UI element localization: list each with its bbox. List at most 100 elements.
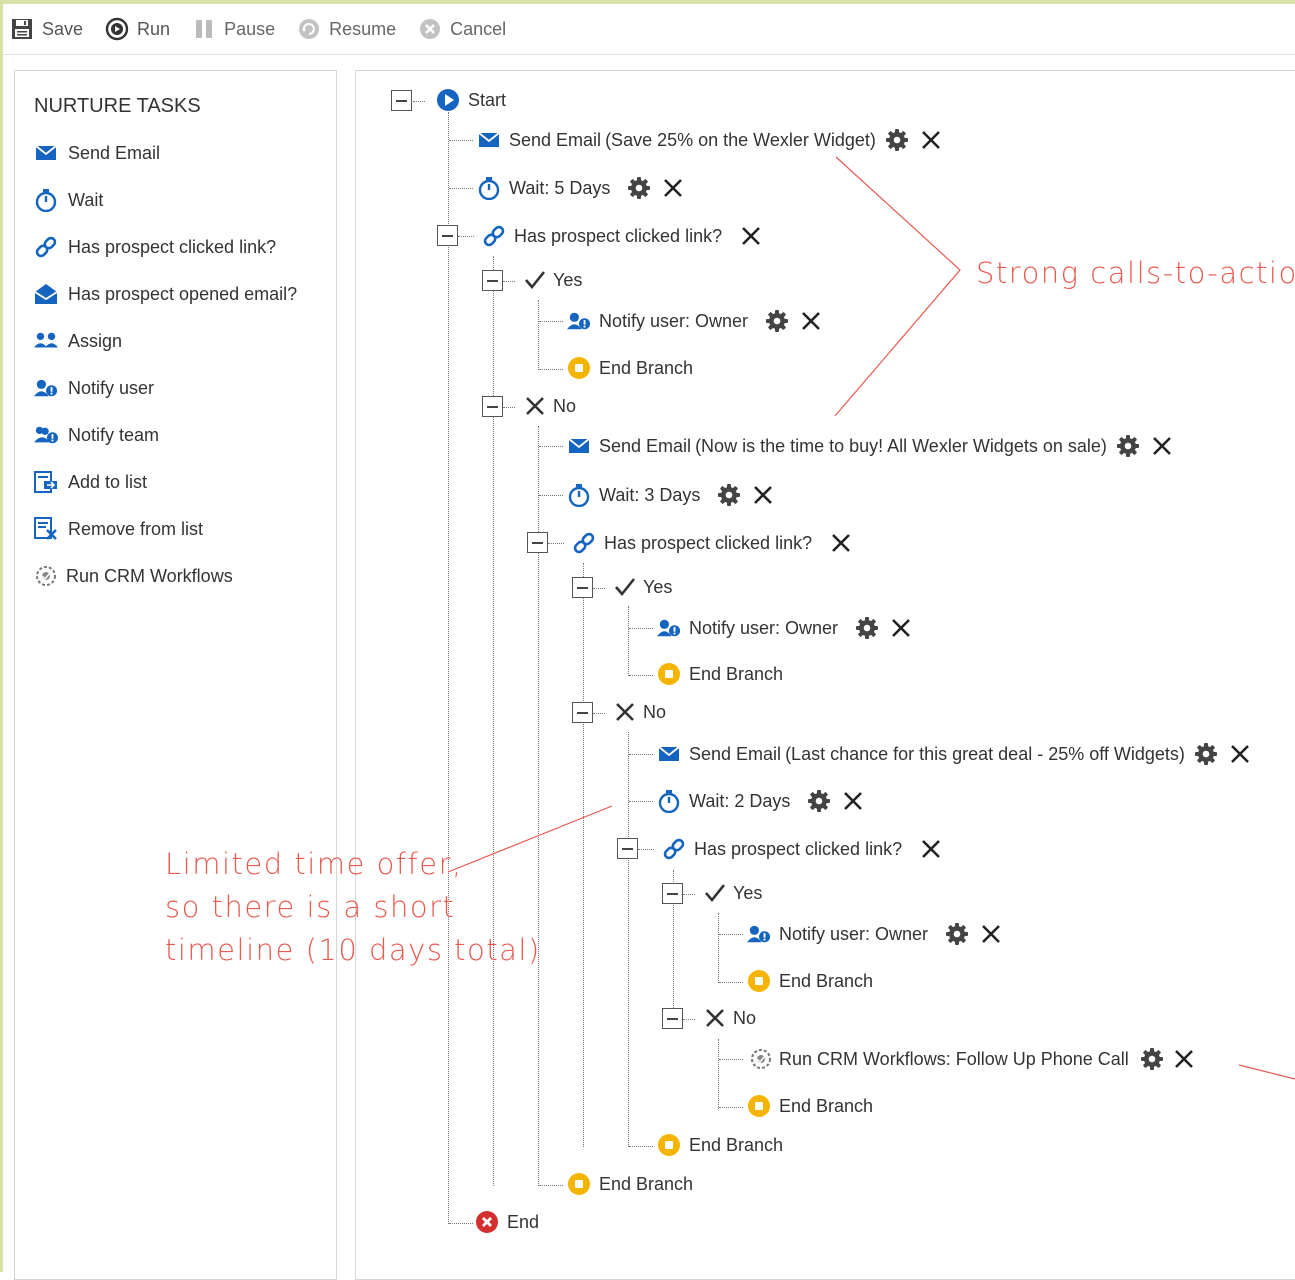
cancel-button[interactable]: Cancel: [418, 17, 506, 41]
gear-icon[interactable]: [1139, 1046, 1165, 1072]
node-run-crm-workflows[interactable]: Run CRM Workflows: Follow Up Phone Call: [749, 1046, 1197, 1072]
collapse-toggle[interactable]: [617, 838, 638, 859]
sidebar-item-notify-user[interactable]: Notify user: [34, 376, 154, 400]
sidebar-item-remove-from-list[interactable]: Remove from list: [34, 517, 203, 541]
remove-from-list-icon: [34, 517, 58, 541]
delete-icon[interactable]: [660, 175, 686, 201]
connector-line: [449, 140, 473, 141]
gear-icon[interactable]: [1193, 741, 1219, 767]
connector-line: [629, 1146, 653, 1147]
delete-icon[interactable]: [738, 223, 764, 249]
node-end-branch-5[interactable]: End Branch: [657, 1133, 783, 1157]
connector-line: [719, 1107, 743, 1108]
collapse-toggle[interactable]: [437, 225, 458, 246]
gear-icon[interactable]: [716, 482, 742, 508]
node-notify-user-3[interactable]: Notify user: Owner: [747, 921, 1004, 947]
gear-icon[interactable]: [884, 127, 910, 153]
connector-line: [503, 407, 515, 408]
collapse-toggle[interactable]: [527, 532, 548, 553]
collapse-toggle[interactable]: [391, 90, 412, 111]
pause-button[interactable]: Pause: [192, 17, 275, 41]
sidebar-item-notify-team[interactable]: Notify team: [34, 423, 159, 447]
delete-icon[interactable]: [978, 921, 1004, 947]
node-no-1[interactable]: No: [523, 394, 576, 418]
delete-icon[interactable]: [828, 530, 854, 556]
connector-line: [629, 801, 653, 802]
sidebar-item-clicked-link[interactable]: Has prospect clicked link?: [34, 235, 276, 259]
connector-line: [683, 1019, 695, 1020]
sidebar-item-opened-email[interactable]: Has prospect opened email?: [34, 282, 297, 306]
node-clicked-link-3[interactable]: Has prospect clicked link?: [662, 836, 944, 862]
connector-line: [503, 281, 515, 282]
node-end[interactable]: End: [475, 1210, 539, 1234]
delete-icon[interactable]: [1149, 433, 1175, 459]
connector-line: [718, 913, 719, 983]
node-yes-1[interactable]: Yes: [523, 268, 582, 292]
delete-icon[interactable]: [888, 615, 914, 641]
node-clicked-link-1[interactable]: Has prospect clicked link?: [482, 223, 764, 249]
collapse-toggle[interactable]: [662, 1008, 683, 1029]
delete-icon[interactable]: [1227, 741, 1253, 767]
play-icon: [436, 88, 460, 112]
save-button[interactable]: Save: [10, 17, 83, 41]
collapse-toggle[interactable]: [572, 577, 593, 598]
link-icon: [662, 837, 686, 861]
node-end-branch-2[interactable]: End Branch: [657, 662, 783, 686]
run-button[interactable]: Run: [105, 17, 170, 41]
gear-icon[interactable]: [764, 308, 790, 334]
node-notify-user-1[interactable]: Notify user: Owner: [567, 308, 824, 334]
check-icon: [703, 881, 727, 905]
node-start[interactable]: Start: [436, 88, 506, 112]
delete-icon[interactable]: [750, 482, 776, 508]
connector-line: [593, 713, 605, 714]
connector-line: [539, 1185, 563, 1186]
node-send-email-1[interactable]: Send Email (Save 25% on the Wexler Widge…: [477, 127, 944, 153]
delete-icon[interactable]: [918, 836, 944, 862]
sidebar-item-add-to-list[interactable]: Add to list: [34, 470, 147, 494]
node-end-branch-4[interactable]: End Branch: [747, 1094, 873, 1118]
node-notify-user-2[interactable]: Notify user: Owner: [657, 615, 914, 641]
node-yes-2[interactable]: Yes: [613, 575, 672, 599]
check-icon: [523, 268, 547, 292]
connector-line: [538, 300, 539, 370]
connector-line: [719, 1059, 743, 1060]
node-end-branch-1[interactable]: End Branch: [567, 356, 693, 380]
collapse-toggle[interactable]: [662, 883, 683, 904]
node-wait-3[interactable]: Wait: 2 Days: [657, 788, 866, 814]
connector-line: [629, 754, 653, 755]
sidebar-item-run-crm-workflows[interactable]: Run CRM Workflows: [34, 564, 233, 588]
delete-icon[interactable]: [840, 788, 866, 814]
gear-icon[interactable]: [806, 788, 832, 814]
link-icon: [34, 235, 58, 259]
sidebar-item-send-email[interactable]: Send Email: [34, 141, 160, 165]
gear-icon[interactable]: [626, 175, 652, 201]
connector-line: [629, 628, 653, 629]
node-send-email-2[interactable]: Send Email (Now is the time to buy! All …: [567, 433, 1175, 459]
delete-icon[interactable]: [798, 308, 824, 334]
node-clicked-link-2[interactable]: Has prospect clicked link?: [572, 530, 854, 556]
node-end-branch-3[interactable]: End Branch: [747, 969, 873, 993]
sidebar-item-wait[interactable]: Wait: [34, 188, 103, 212]
stopwatch-icon: [657, 789, 681, 813]
resume-button[interactable]: Resume: [297, 17, 396, 41]
node-no-2[interactable]: No: [613, 700, 666, 724]
collapse-toggle[interactable]: [482, 270, 503, 291]
node-end-branch-6[interactable]: End Branch: [567, 1172, 693, 1196]
gear-icon[interactable]: [1115, 433, 1141, 459]
connector-line: [719, 934, 743, 935]
connector-line: [539, 446, 563, 447]
delete-icon[interactable]: [918, 127, 944, 153]
collapse-toggle[interactable]: [482, 396, 503, 417]
node-send-email-3[interactable]: Send Email (Last chance for this great d…: [657, 741, 1253, 767]
gear-icon[interactable]: [854, 615, 880, 641]
sidebar-item-assign[interactable]: Assign: [34, 329, 122, 353]
node-wait-2[interactable]: Wait: 3 Days: [567, 482, 776, 508]
gear-icon[interactable]: [944, 921, 970, 947]
email-icon: [567, 434, 591, 458]
node-no-3[interactable]: No: [703, 1006, 756, 1030]
delete-icon[interactable]: [1171, 1046, 1197, 1072]
collapse-toggle[interactable]: [572, 702, 593, 723]
stop-icon: [567, 356, 591, 380]
node-wait-1[interactable]: Wait: 5 Days: [477, 175, 686, 201]
node-yes-3[interactable]: Yes: [703, 881, 762, 905]
